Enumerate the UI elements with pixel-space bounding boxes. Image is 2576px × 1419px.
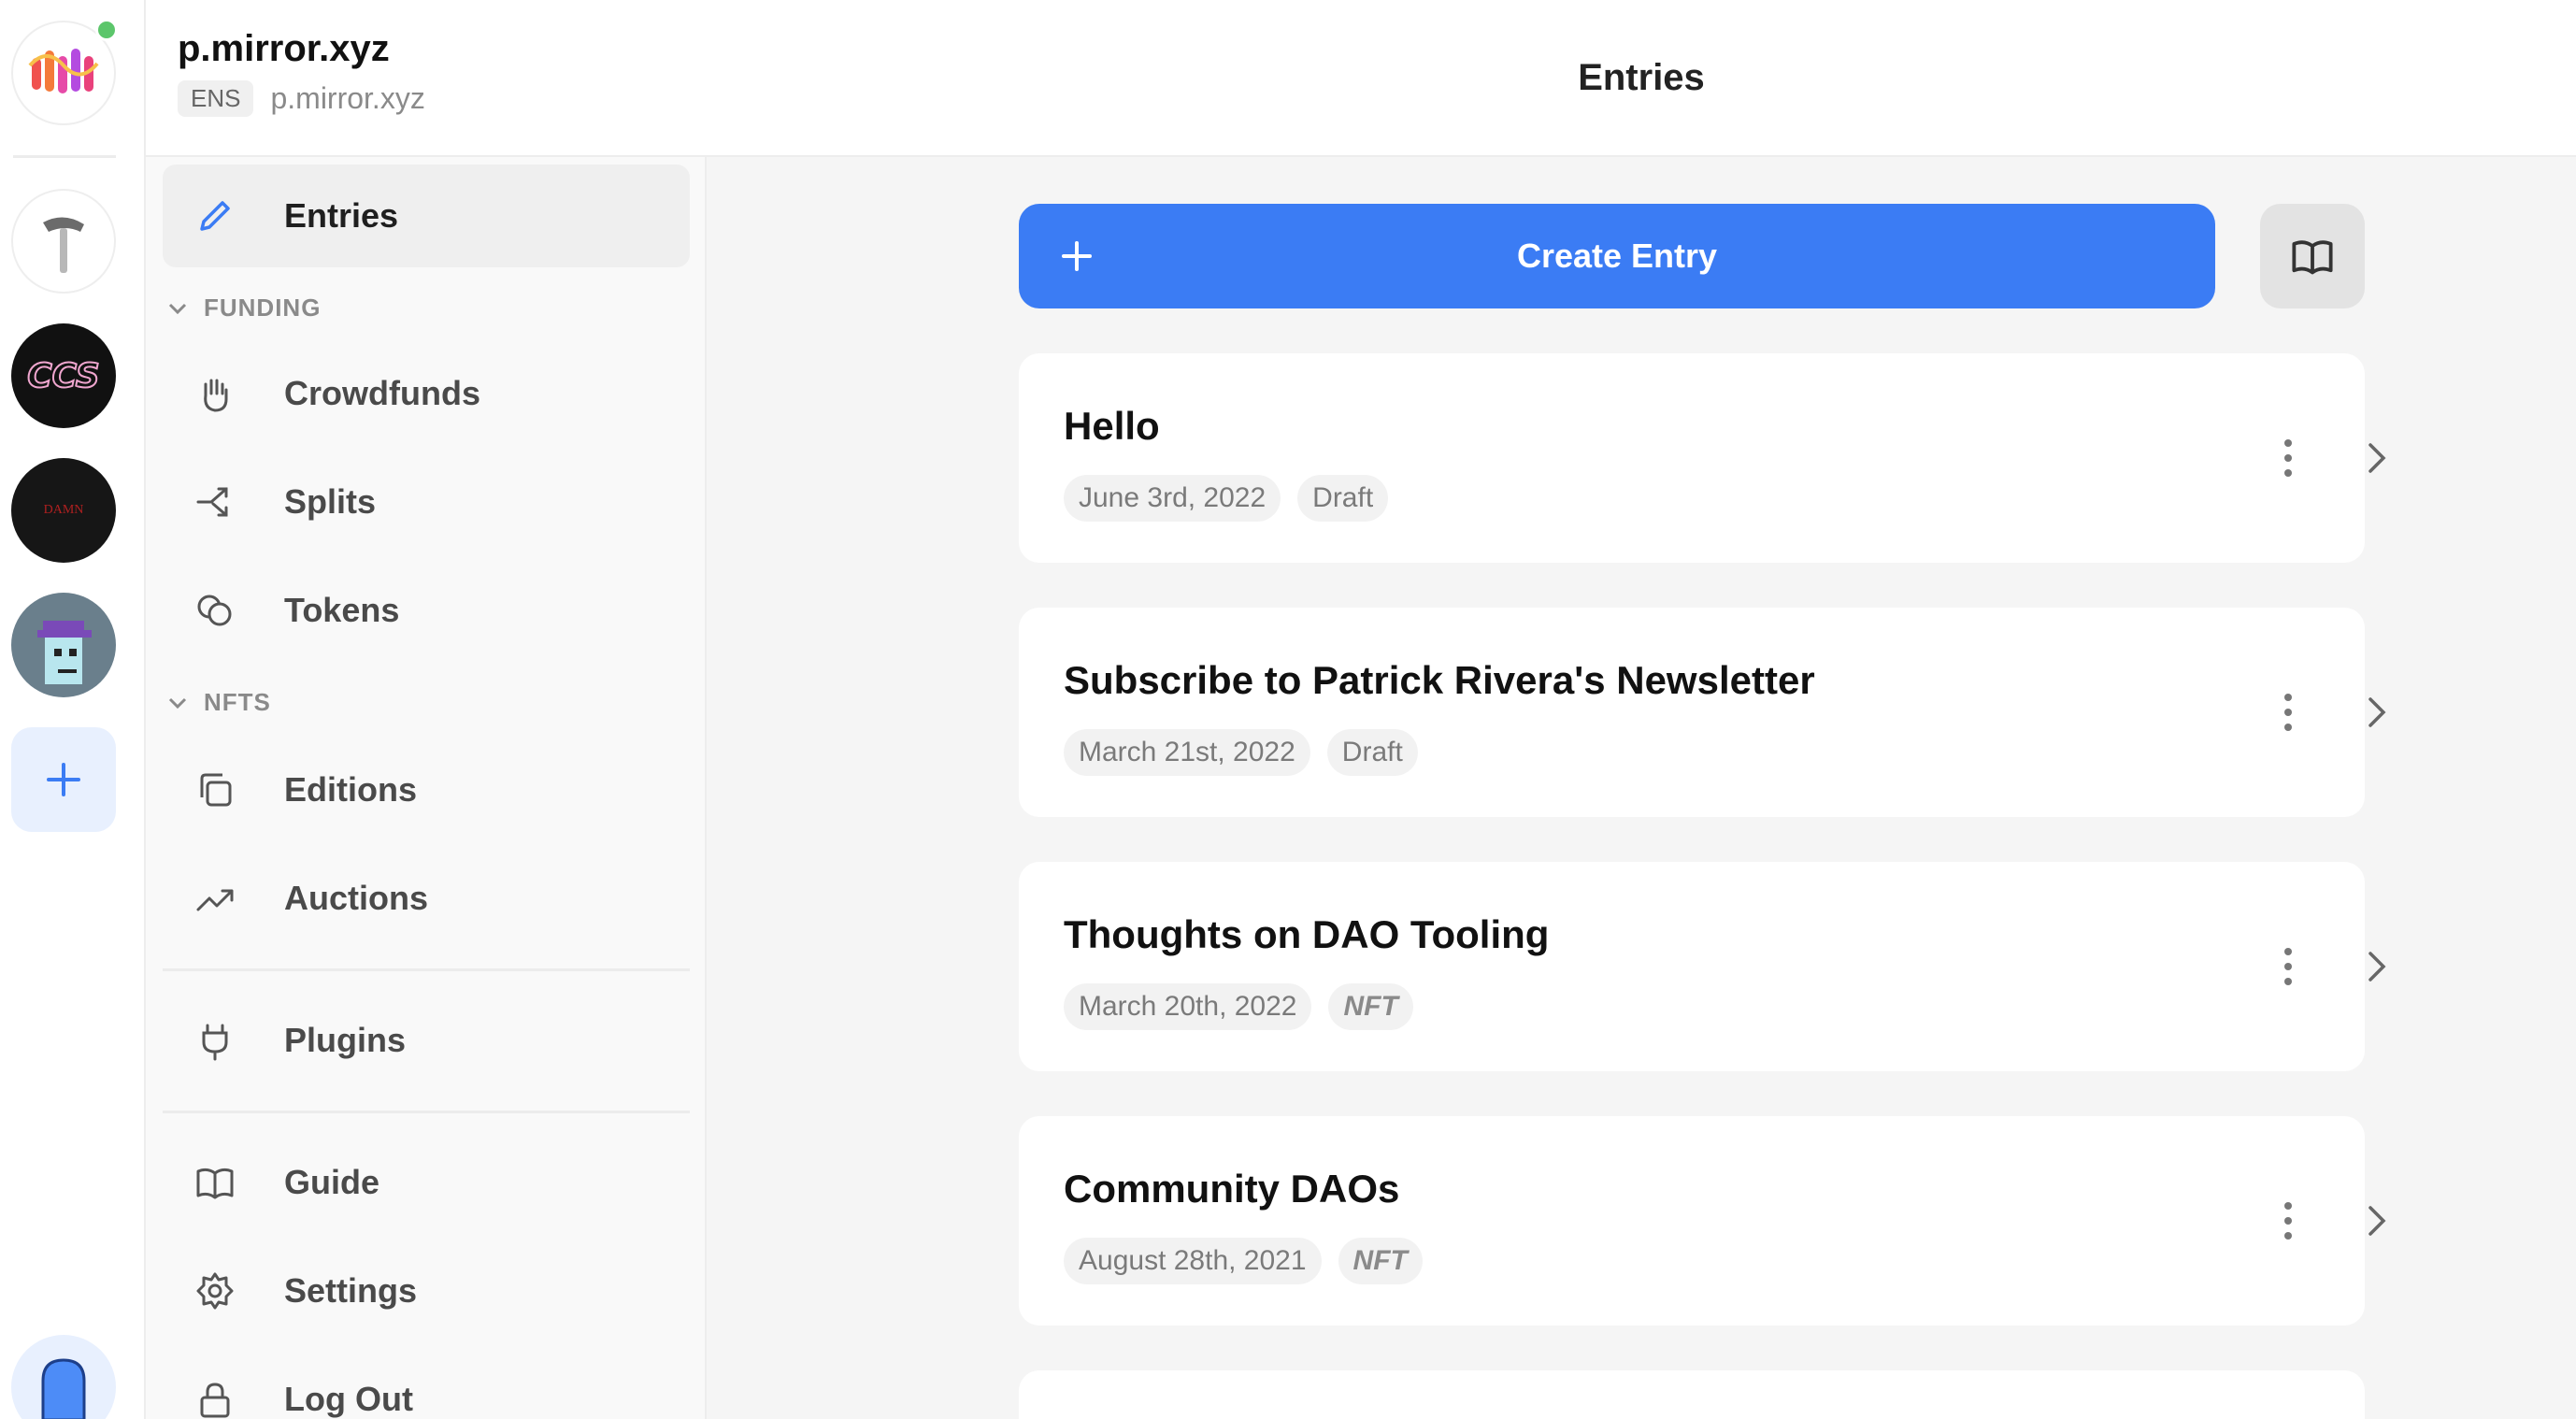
entry-status-badge: Draft xyxy=(1326,729,1418,776)
punk-avatar[interactable] xyxy=(11,593,116,697)
sidebar-item-label: Auctions xyxy=(284,879,429,917)
svg-text:CCS: CCS xyxy=(27,357,99,395)
sidebar-item-editions[interactable]: Editions xyxy=(163,738,690,841)
chevron-right-icon[interactable] xyxy=(2355,437,2397,479)
profile-avatar[interactable] xyxy=(11,1335,116,1419)
more-vertical-icon[interactable] xyxy=(2277,946,2299,987)
entry-title: Community DAOs xyxy=(1064,1167,1400,1211)
ens-row: ENS p.mirror.xyz xyxy=(178,80,425,117)
sidebar-item-guide[interactable]: Guide xyxy=(163,1131,690,1234)
add-space-button[interactable] xyxy=(11,727,116,832)
entry-date: March 20th, 2022 xyxy=(1064,983,1312,1030)
ghost-icon xyxy=(41,1358,86,1419)
damn-text: DAMN xyxy=(43,503,84,517)
section-nfts[interactable]: NFTS xyxy=(165,688,271,717)
plug-icon xyxy=(194,1020,236,1061)
entry-tags: August 28th, 2021 NFT xyxy=(1064,1238,1423,1284)
create-entry-button[interactable]: Create Entry xyxy=(1019,204,2215,308)
ccs-avatar[interactable]: CCS xyxy=(11,323,116,428)
entry-nft-badge: NFT xyxy=(1328,983,1413,1030)
hand-icon xyxy=(194,373,236,414)
sidebar-divider xyxy=(163,968,690,971)
entry-card[interactable]: Hello June 3rd, 2022 Draft xyxy=(1019,353,2386,563)
sidebar-item-label: Crowdfunds xyxy=(284,374,480,412)
sidebar-item-label: Guide xyxy=(284,1163,380,1201)
sidebar-item-label: Splits xyxy=(284,482,377,521)
chevron-right-icon[interactable] xyxy=(2355,1200,2397,1241)
more-vertical-icon[interactable] xyxy=(2277,1200,2299,1241)
sidebar-item-label: Editions xyxy=(284,770,417,809)
section-funding[interactable]: FUNDING xyxy=(165,294,321,322)
sidebar-item-entries[interactable]: Entries xyxy=(163,165,690,267)
entry-title: Thoughts on DAO Tooling xyxy=(1064,912,1550,956)
chevron-right-icon[interactable] xyxy=(2355,946,2397,987)
entry-date: March 21st, 2022 xyxy=(1064,729,1310,776)
ens-domain: p.mirror.xyz xyxy=(270,81,425,115)
damn-avatar[interactable]: DAMN xyxy=(11,458,116,563)
main-content: Entries Create Entry Hello June 3rd, 202… xyxy=(707,0,2576,1419)
more-vertical-icon[interactable] xyxy=(2277,692,2299,733)
trending-up-icon xyxy=(194,878,236,919)
section-label: FUNDING xyxy=(204,294,322,322)
spaces-rail: CCS DAMN xyxy=(0,0,146,1419)
sidebar-item-auctions[interactable]: Auctions xyxy=(163,847,690,950)
entry-date: June 3rd, 2022 xyxy=(1064,475,1281,522)
sidebar-item-settings[interactable]: Settings xyxy=(163,1240,690,1342)
publication-name: p.mirror.xyz xyxy=(178,28,390,69)
sidebar-item-splits[interactable]: Splits xyxy=(163,451,690,553)
ens-badge: ENS xyxy=(178,80,254,117)
copy-icon xyxy=(194,769,236,810)
pencil-icon xyxy=(194,195,236,236)
sidebar-item-label: Tokens xyxy=(284,591,400,629)
entry-title: Hello xyxy=(1064,404,1160,448)
chevron-right-icon[interactable] xyxy=(2355,692,2397,733)
entry-card[interactable]: Subscribe to Patrick Rivera's Newsletter… xyxy=(1019,608,2386,817)
sidebar-item-label: Log Out xyxy=(284,1380,413,1418)
coins-icon xyxy=(194,590,236,631)
publication-header: p.mirror.xyz ENS p.mirror.xyz xyxy=(146,0,707,157)
page-title: Entries xyxy=(1578,56,1705,98)
book-icon xyxy=(2292,240,2333,275)
book-icon xyxy=(194,1162,236,1203)
sidebar-item-crowdfunds[interactable]: Crowdfunds xyxy=(163,342,690,445)
section-label: NFTS xyxy=(204,688,271,716)
hammer-icon xyxy=(43,217,84,273)
sidebar-item-label: Settings xyxy=(284,1271,418,1310)
chevron-down-icon xyxy=(168,303,187,314)
sidebar-divider xyxy=(163,1111,690,1113)
gear-icon xyxy=(194,1270,236,1312)
sidebar-item-plugins[interactable]: Plugins xyxy=(163,989,690,1092)
entry-title: Subscribe to Patrick Rivera's Newsletter xyxy=(1064,658,1815,702)
create-entry-label: Create Entry xyxy=(1516,236,1718,275)
sidebar-item-logout[interactable]: Log Out xyxy=(163,1348,690,1419)
sidebar-item-label: Plugins xyxy=(284,1021,407,1059)
entry-nft-badge: NFT xyxy=(1338,1238,1423,1284)
entry-card[interactable]: Community DAOs August 28th, 2021 NFT xyxy=(1019,1116,2386,1326)
plus-icon xyxy=(47,763,80,796)
sidebar-item-label: Entries xyxy=(284,196,399,235)
lock-icon xyxy=(194,1379,236,1419)
main-header: Entries xyxy=(707,0,2576,157)
hammer-avatar[interactable] xyxy=(11,189,116,294)
more-vertical-icon[interactable] xyxy=(2277,437,2299,479)
split-icon xyxy=(194,481,236,523)
app-window: CCS DAMN p.mirror.xyz ENS p.mirror.xyz E… xyxy=(0,0,2576,1419)
entry-card[interactable]: Thoughts on DAO Tooling March 20th, 2022… xyxy=(1019,862,2386,1071)
entry-tags: March 20th, 2022 NFT xyxy=(1064,983,1413,1030)
entry-date: August 28th, 2021 xyxy=(1064,1238,1322,1284)
sidebar: p.mirror.xyz ENS p.mirror.xyz Entries FU… xyxy=(146,0,707,1419)
entry-tags: March 21st, 2022 Draft xyxy=(1064,729,1418,776)
online-status-dot xyxy=(95,19,118,41)
guide-button[interactable] xyxy=(2260,204,2365,308)
rail-divider xyxy=(13,155,116,158)
chevron-down-icon xyxy=(168,697,187,709)
entry-status-badge: Draft xyxy=(1297,475,1389,522)
sidebar-item-tokens[interactable]: Tokens xyxy=(163,559,690,662)
plus-icon xyxy=(1062,241,1092,271)
entry-tags: June 3rd, 2022 Draft xyxy=(1064,475,1389,522)
entry-card[interactable] xyxy=(1019,1370,2365,1419)
